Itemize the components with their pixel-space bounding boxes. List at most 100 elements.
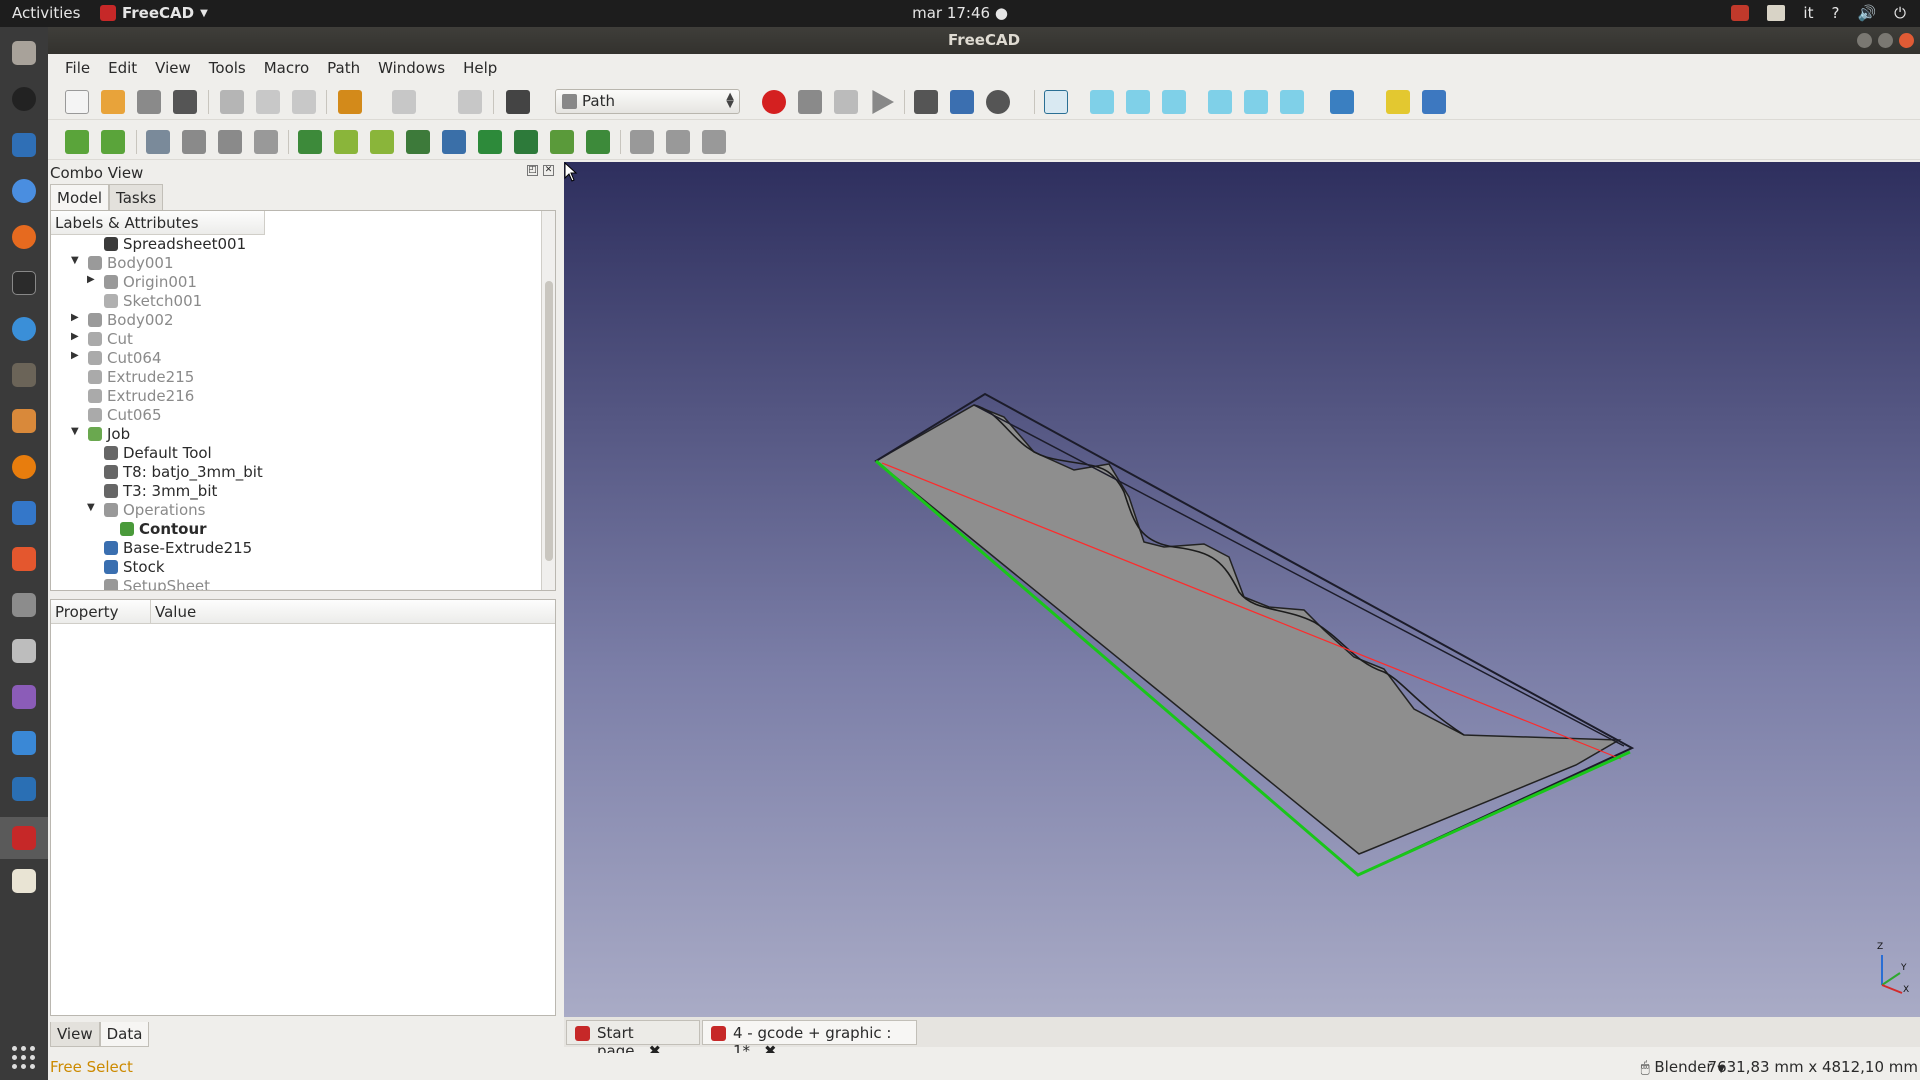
clock[interactable]: mar 17:46: [912, 4, 990, 22]
dressup-icon[interactable]: [630, 130, 654, 154]
profile-icon[interactable]: [298, 130, 322, 154]
adaptive-icon[interactable]: [442, 130, 466, 154]
window-titlebar[interactable]: FreeCAD: [48, 27, 1920, 54]
expand-down-icon[interactable]: ▼: [71, 255, 81, 266]
tree-item[interactable]: Extrude215: [51, 368, 541, 387]
tool-library-icon[interactable]: [218, 130, 242, 154]
dock-video[interactable]: [8, 681, 40, 713]
tab-view[interactable]: View: [50, 1022, 100, 1047]
right-view-icon[interactable]: [1162, 90, 1186, 114]
tree-item[interactable]: ▼ Job: [51, 425, 541, 444]
undo-icon[interactable]: [338, 90, 362, 114]
dock-files[interactable]: [8, 37, 40, 69]
dock-virtualbox[interactable]: [8, 773, 40, 805]
tree-scrollbar[interactable]: [541, 211, 555, 590]
top-view-icon[interactable]: [1126, 90, 1150, 114]
fit-all-icon[interactable]: [914, 90, 938, 114]
tree-item[interactable]: Spreadsheet001: [51, 235, 541, 254]
dock-camera[interactable]: [8, 635, 40, 667]
minimize-button[interactable]: [1857, 33, 1872, 48]
tree-item[interactable]: Base-Extrude215: [51, 539, 541, 558]
clipboard-icon[interactable]: [1767, 5, 1786, 21]
tree-item[interactable]: SetupSheet: [51, 577, 541, 590]
front-view-icon[interactable]: [1090, 90, 1114, 114]
volume-icon[interactable]: 🔊: [1857, 4, 1876, 22]
dock-writer[interactable]: [8, 129, 40, 161]
dock-tools[interactable]: [8, 589, 40, 621]
post-process-icon[interactable]: [101, 130, 125, 154]
dock-gimp[interactable]: [8, 359, 40, 391]
dock-software-center[interactable]: [8, 543, 40, 575]
dock-terminal[interactable]: [8, 267, 40, 299]
tab-document[interactable]: 4 - gcode + graphic : 1* ✖: [702, 1020, 917, 1060]
face-icon[interactable]: [370, 130, 394, 154]
expand-right-icon[interactable]: ▶: [71, 350, 81, 361]
tree-item[interactable]: ▶ Cut064: [51, 349, 541, 368]
dock-blender[interactable]: [8, 451, 40, 483]
draw-style-icon[interactable]: [986, 90, 1010, 114]
tab-model[interactable]: Model: [50, 184, 110, 211]
tree-item[interactable]: Default Tool: [51, 444, 541, 463]
tree-item[interactable]: ▶ Cut: [51, 330, 541, 349]
close-panel-icon[interactable]: ✕: [543, 165, 554, 176]
tab-start-page[interactable]: Start page ✖: [566, 1020, 700, 1060]
maximize-button[interactable]: [1878, 33, 1893, 48]
surface-icon[interactable]: [586, 130, 610, 154]
activities-button[interactable]: Activities: [12, 4, 80, 22]
measure-distance-icon[interactable]: [1330, 90, 1354, 114]
tree-item[interactable]: Sketch001: [51, 292, 541, 311]
deburr-icon[interactable]: [550, 130, 574, 154]
engrave-icon[interactable]: [514, 130, 538, 154]
cut-icon[interactable]: [220, 90, 244, 114]
open-folder-icon[interactable]: [101, 90, 125, 114]
edit-macro-icon[interactable]: [834, 90, 858, 114]
help-icon[interactable]: ?: [1831, 4, 1839, 22]
bottom-view-icon[interactable]: [1244, 90, 1268, 114]
tree-item[interactable]: Cut065: [51, 406, 541, 425]
save-icon[interactable]: [137, 90, 161, 114]
property-column-header[interactable]: Property: [51, 600, 151, 623]
language-indicator[interactable]: it: [1803, 4, 1813, 22]
menu-windows[interactable]: Windows: [369, 54, 454, 82]
record-macro-icon[interactable]: [762, 90, 786, 114]
menu-file[interactable]: File: [56, 54, 99, 82]
dock-chromium[interactable]: [8, 175, 40, 207]
dock-firefox[interactable]: [8, 221, 40, 253]
expand-down-icon[interactable]: ▼: [87, 502, 97, 513]
expand-right-icon[interactable]: ▶: [71, 312, 81, 323]
model-tree[interactable]: Labels & Attributes Spreadsheet001 ▼ Body0…: [50, 210, 556, 591]
tree-item[interactable]: T3: 3mm_bit: [51, 482, 541, 501]
job-icon[interactable]: [65, 130, 89, 154]
property-panel[interactable]: Property Value: [50, 599, 556, 1016]
3d-viewport[interactable]: Z Y X: [564, 162, 1920, 1017]
tree-item[interactable]: Extrude216: [51, 387, 541, 406]
array-icon[interactable]: [666, 130, 690, 154]
rear-view-icon[interactable]: [1208, 90, 1232, 114]
tree-item[interactable]: ▼ Operations: [51, 501, 541, 520]
workbench-selector[interactable]: Path ▲ ▼: [555, 89, 740, 114]
inspect-gcode-icon[interactable]: [254, 130, 278, 154]
run-macro-icon[interactable]: [872, 90, 894, 114]
menu-tools[interactable]: Tools: [200, 54, 255, 82]
paste-icon[interactable]: [292, 90, 316, 114]
create-group-icon[interactable]: [1422, 90, 1446, 114]
dock-app-blue[interactable]: [8, 497, 40, 529]
dock-feather[interactable]: [8, 313, 40, 345]
tree-item[interactable]: Contour: [51, 520, 541, 539]
menu-view[interactable]: View: [146, 54, 200, 82]
simple-copy-icon[interactable]: [702, 130, 726, 154]
tool-controller-icon[interactable]: [146, 130, 170, 154]
tree-item[interactable]: Stock: [51, 558, 541, 577]
tab-data[interactable]: Data: [99, 1022, 150, 1047]
show-applications-icon[interactable]: [12, 1046, 36, 1070]
tree-item[interactable]: ▶ Origin001: [51, 273, 541, 292]
tree-item[interactable]: T8: batjo_3mm_bit: [51, 463, 541, 482]
whats-this-icon[interactable]: [506, 90, 530, 114]
camera-indicator-icon[interactable]: [1731, 5, 1750, 21]
isometric-view-icon[interactable]: [1044, 90, 1068, 114]
pocket-icon[interactable]: [334, 130, 358, 154]
tree-item[interactable]: ▼ Body001: [51, 254, 541, 273]
helix-icon[interactable]: [406, 130, 430, 154]
power-icon[interactable]: ⏻: [1894, 4, 1906, 22]
stop-macro-icon[interactable]: [798, 90, 822, 114]
